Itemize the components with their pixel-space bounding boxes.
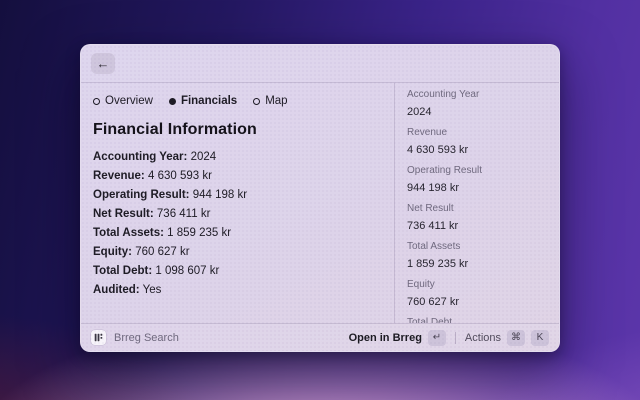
detail-row: Audited: Yes: [93, 283, 380, 297]
detail-row: Operating Result: 944 198 kr: [93, 188, 380, 202]
tab-label: Financials: [181, 95, 237, 107]
detail-row: Revenue: 4 630 593 kr: [93, 169, 380, 183]
window-body: Overview Financials Map Financial Inform…: [81, 83, 559, 323]
metadata-value: 760 627 kr: [407, 296, 549, 309]
detail-row: Equity: 760 627 kr: [93, 245, 380, 259]
metadata-label: Net Result: [407, 203, 549, 215]
command-key-icon: ⌘: [507, 330, 525, 346]
metadata-item: Revenue 4 630 593 kr: [407, 127, 549, 157]
window-header: ←: [81, 45, 559, 83]
tab[interactable]: Overview: [93, 95, 153, 107]
back-button[interactable]: ←: [91, 53, 115, 74]
detail-row-label: Equity:: [93, 246, 132, 258]
detail-row-label: Revenue:: [93, 170, 145, 182]
metadata-value: 2024: [407, 106, 549, 119]
action-bar: Brreg Search Open in Brreg ↵ Actions ⌘ K: [81, 323, 559, 351]
radio-icon: [253, 98, 260, 105]
detail-row-label: Net Result:: [93, 208, 154, 220]
detail-row-label: Audited:: [93, 284, 140, 296]
tab[interactable]: Financials: [169, 95, 237, 107]
metadata-item: Operating Result 944 198 kr: [407, 165, 549, 195]
detail-row: Total Assets: 1 859 235 kr: [93, 226, 380, 240]
actions-label: Actions: [465, 332, 501, 344]
metadata-value: 1 859 235 kr: [407, 258, 549, 271]
metadata-label: Revenue: [407, 127, 549, 139]
footer-right: Open in Brreg ↵ Actions ⌘ K: [349, 330, 549, 346]
metadata-value: 736 411 kr: [407, 220, 549, 233]
detail-row-value: 944 198 kr: [193, 189, 247, 201]
metadata-label: Operating Result: [407, 165, 549, 177]
tab-label: Overview: [105, 95, 153, 107]
tab-label: Map: [265, 95, 287, 107]
brreg-search-icon: [91, 330, 106, 345]
detail-row-value: 4 630 593 kr: [148, 170, 212, 182]
detail-row-value: 1 859 235 kr: [167, 227, 231, 239]
detail-row-label: Operating Result:: [93, 189, 189, 201]
metadata-item: Accounting Year 2024: [407, 89, 549, 119]
detail-row-value: Yes: [143, 284, 162, 296]
tab-bar: Overview Financials Map: [93, 95, 380, 107]
open-in-brreg-button[interactable]: Open in Brreg ↵: [349, 330, 446, 346]
detail-row: Net Result: 736 411 kr: [93, 207, 380, 221]
financial-detail-list: Accounting Year: 2024 Revenue: 4 630 593…: [93, 150, 380, 297]
page-title: Financial Information: [93, 121, 380, 139]
detail-row: Total Debt: 1 098 607 kr: [93, 264, 380, 278]
detail-row-value: 760 627 kr: [135, 246, 189, 258]
radio-icon: [93, 98, 100, 105]
raycast-window: ← Overview Financials Map Financial Info…: [80, 44, 560, 352]
metadata-label: Accounting Year: [407, 89, 549, 101]
metadata-panel: Accounting Year 2024 Revenue 4 630 593 k…: [394, 83, 559, 323]
main-column: Overview Financials Map Financial Inform…: [81, 83, 394, 323]
detail-row-value: 1 098 607 kr: [155, 265, 219, 277]
return-key-icon: ↵: [428, 330, 446, 346]
detail-row-label: Total Assets:: [93, 227, 164, 239]
desktop-background: ← Overview Financials Map Financial Info…: [0, 0, 640, 400]
metadata-label: Equity: [407, 279, 549, 291]
actions-button[interactable]: Actions ⌘ K: [465, 330, 549, 346]
detail-row-value: 2024: [191, 151, 217, 163]
open-in-brreg-label: Open in Brreg: [349, 332, 422, 344]
detail-row: Accounting Year: 2024: [93, 150, 380, 164]
metadata-label: Total Assets: [407, 241, 549, 253]
radio-icon: [169, 98, 176, 105]
metadata-value: 944 198 kr: [407, 182, 549, 195]
metadata-item: Total Assets 1 859 235 kr: [407, 241, 549, 271]
metadata-item: Equity 760 627 kr: [407, 279, 549, 309]
metadata-value: 4 630 593 kr: [407, 144, 549, 157]
detail-row-label: Accounting Year:: [93, 151, 187, 163]
footer-left: Brreg Search: [91, 330, 349, 345]
detail-row-label: Total Debt:: [93, 265, 152, 277]
detail-row-value: 736 411 kr: [157, 208, 211, 220]
footer-divider: [455, 332, 456, 344]
metadata-item: Net Result 736 411 kr: [407, 203, 549, 233]
tab[interactable]: Map: [253, 95, 287, 107]
extension-name: Brreg Search: [114, 332, 179, 344]
k-key-icon: K: [531, 330, 549, 346]
